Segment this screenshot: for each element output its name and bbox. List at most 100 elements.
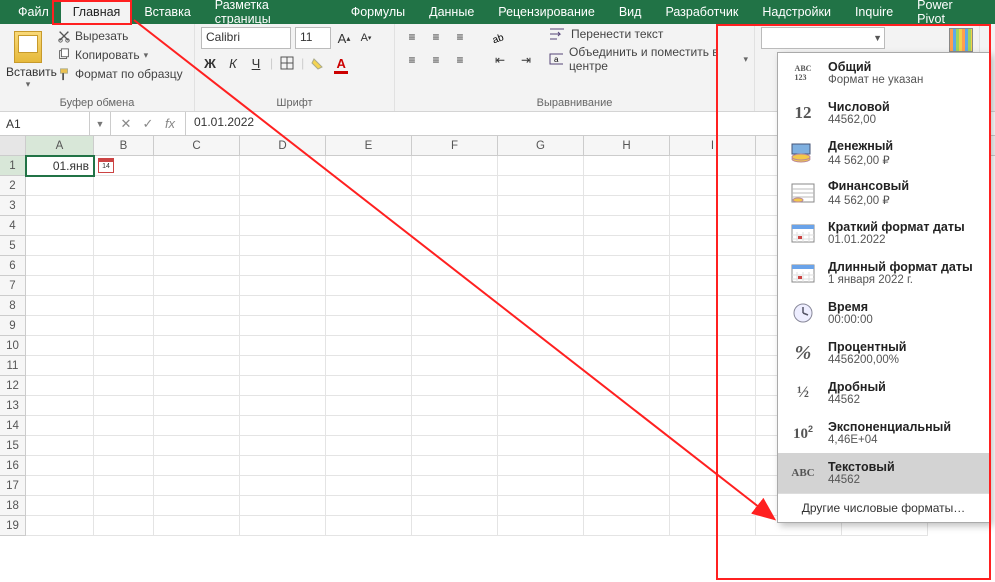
row-header-7[interactable]: 7	[0, 276, 26, 296]
cell-B18[interactable]	[94, 496, 154, 516]
cell-E11[interactable]	[326, 356, 412, 376]
cell-E9[interactable]	[326, 316, 412, 336]
cell-I2[interactable]	[670, 176, 756, 196]
cell-G5[interactable]	[498, 236, 584, 256]
tab-файл[interactable]: Файл	[6, 1, 61, 23]
cell-H6[interactable]	[584, 256, 670, 276]
cell-G12[interactable]	[498, 376, 584, 396]
col-header-C[interactable]: C	[154, 136, 240, 155]
borders-button[interactable]	[278, 53, 296, 73]
cell-G1[interactable]	[498, 156, 584, 176]
cell-F12[interactable]	[412, 376, 498, 396]
cell-H5[interactable]	[584, 236, 670, 256]
cell-C15[interactable]	[154, 436, 240, 456]
row-header-15[interactable]: 15	[0, 436, 26, 456]
cell-I13[interactable]	[670, 396, 756, 416]
cell-D18[interactable]	[240, 496, 326, 516]
tab-inquire[interactable]: Inquire	[843, 1, 905, 23]
cell-H18[interactable]	[584, 496, 670, 516]
cell-G6[interactable]	[498, 256, 584, 276]
cell-A9[interactable]	[26, 316, 94, 336]
format-option-money[interactable]: Денежный44 562,00 ₽	[778, 133, 989, 173]
cell-D8[interactable]	[240, 296, 326, 316]
cell-F2[interactable]	[412, 176, 498, 196]
cell-C7[interactable]	[154, 276, 240, 296]
cell-B9[interactable]	[94, 316, 154, 336]
row-header-11[interactable]: 11	[0, 356, 26, 376]
cell-I11[interactable]	[670, 356, 756, 376]
cell-H7[interactable]	[584, 276, 670, 296]
row-header-2[interactable]: 2	[0, 176, 26, 196]
cell-C3[interactable]	[154, 196, 240, 216]
cell-E15[interactable]	[326, 436, 412, 456]
cell-F9[interactable]	[412, 316, 498, 336]
cell-B2[interactable]	[94, 176, 154, 196]
cell-F5[interactable]	[412, 236, 498, 256]
cell-E19[interactable]	[326, 516, 412, 536]
align-middle-button[interactable]: ≡	[425, 27, 447, 47]
cell-A11[interactable]	[26, 356, 94, 376]
cell-G11[interactable]	[498, 356, 584, 376]
cell-B19[interactable]	[94, 516, 154, 536]
cell-G9[interactable]	[498, 316, 584, 336]
cell-I10[interactable]	[670, 336, 756, 356]
cell-H9[interactable]	[584, 316, 670, 336]
cell-B12[interactable]	[94, 376, 154, 396]
cell-F11[interactable]	[412, 356, 498, 376]
cell-E2[interactable]	[326, 176, 412, 196]
cell-D19[interactable]	[240, 516, 326, 536]
tab-данные[interactable]: Данные	[417, 1, 486, 23]
cell-G13[interactable]	[498, 396, 584, 416]
cell-C6[interactable]	[154, 256, 240, 276]
row-header-14[interactable]: 14	[0, 416, 26, 436]
cell-A8[interactable]	[26, 296, 94, 316]
row-header-4[interactable]: 4	[0, 216, 26, 236]
format-option-percent[interactable]: %Процентный4456200,00%	[778, 333, 989, 373]
col-header-B[interactable]: B	[94, 136, 154, 155]
row-header-12[interactable]: 12	[0, 376, 26, 396]
format-option-cal-short[interactable]: Краткий формат даты01.01.2022	[778, 213, 989, 253]
cell-G2[interactable]	[498, 176, 584, 196]
align-top-button[interactable]: ≡	[401, 27, 423, 47]
cell-I16[interactable]	[670, 456, 756, 476]
cell-B14[interactable]	[94, 416, 154, 436]
format-option-half[interactable]: ½Дробный44562	[778, 373, 989, 413]
col-header-I[interactable]: I	[670, 136, 756, 155]
cell-B17[interactable]	[94, 476, 154, 496]
cell-A18[interactable]	[26, 496, 94, 516]
cell-B1[interactable]: 14	[94, 156, 154, 176]
row-header-19[interactable]: 19	[0, 516, 26, 536]
cell-D3[interactable]	[240, 196, 326, 216]
cell-F15[interactable]	[412, 436, 498, 456]
cell-C18[interactable]	[154, 496, 240, 516]
tab-разработчик[interactable]: Разработчик	[653, 1, 750, 23]
cell-C9[interactable]	[154, 316, 240, 336]
col-header-H[interactable]: H	[584, 136, 670, 155]
cell-B3[interactable]	[94, 196, 154, 216]
cell-F18[interactable]	[412, 496, 498, 516]
cell-C13[interactable]	[154, 396, 240, 416]
cell-G8[interactable]	[498, 296, 584, 316]
cell-F16[interactable]	[412, 456, 498, 476]
cell-E3[interactable]	[326, 196, 412, 216]
decrease-indent-button[interactable]: ⇤	[489, 50, 511, 70]
cell-I1[interactable]	[670, 156, 756, 176]
cell-D9[interactable]	[240, 316, 326, 336]
cell-A10[interactable]	[26, 336, 94, 356]
cell-B11[interactable]	[94, 356, 154, 376]
cell-C14[interactable]	[154, 416, 240, 436]
cell-H3[interactable]	[584, 196, 670, 216]
format-option-abc[interactable]: ABCТекстовый44562	[778, 453, 989, 493]
col-header-F[interactable]: F	[412, 136, 498, 155]
row-header-17[interactable]: 17	[0, 476, 26, 496]
col-header-A[interactable]: A	[26, 136, 94, 155]
cell-D5[interactable]	[240, 236, 326, 256]
format-option-abc123[interactable]: ABC123ОбщийФормат не указан	[778, 53, 989, 93]
cell-E18[interactable]	[326, 496, 412, 516]
cell-C2[interactable]	[154, 176, 240, 196]
cell-E12[interactable]	[326, 376, 412, 396]
cell-A1[interactable]: 01.янв	[26, 156, 94, 176]
format-option-twelve[interactable]: 12Числовой44562,00	[778, 93, 989, 133]
format-option-sci[interactable]: 102Экспоненциальный4,46E+04	[778, 413, 989, 453]
cell-H12[interactable]	[584, 376, 670, 396]
